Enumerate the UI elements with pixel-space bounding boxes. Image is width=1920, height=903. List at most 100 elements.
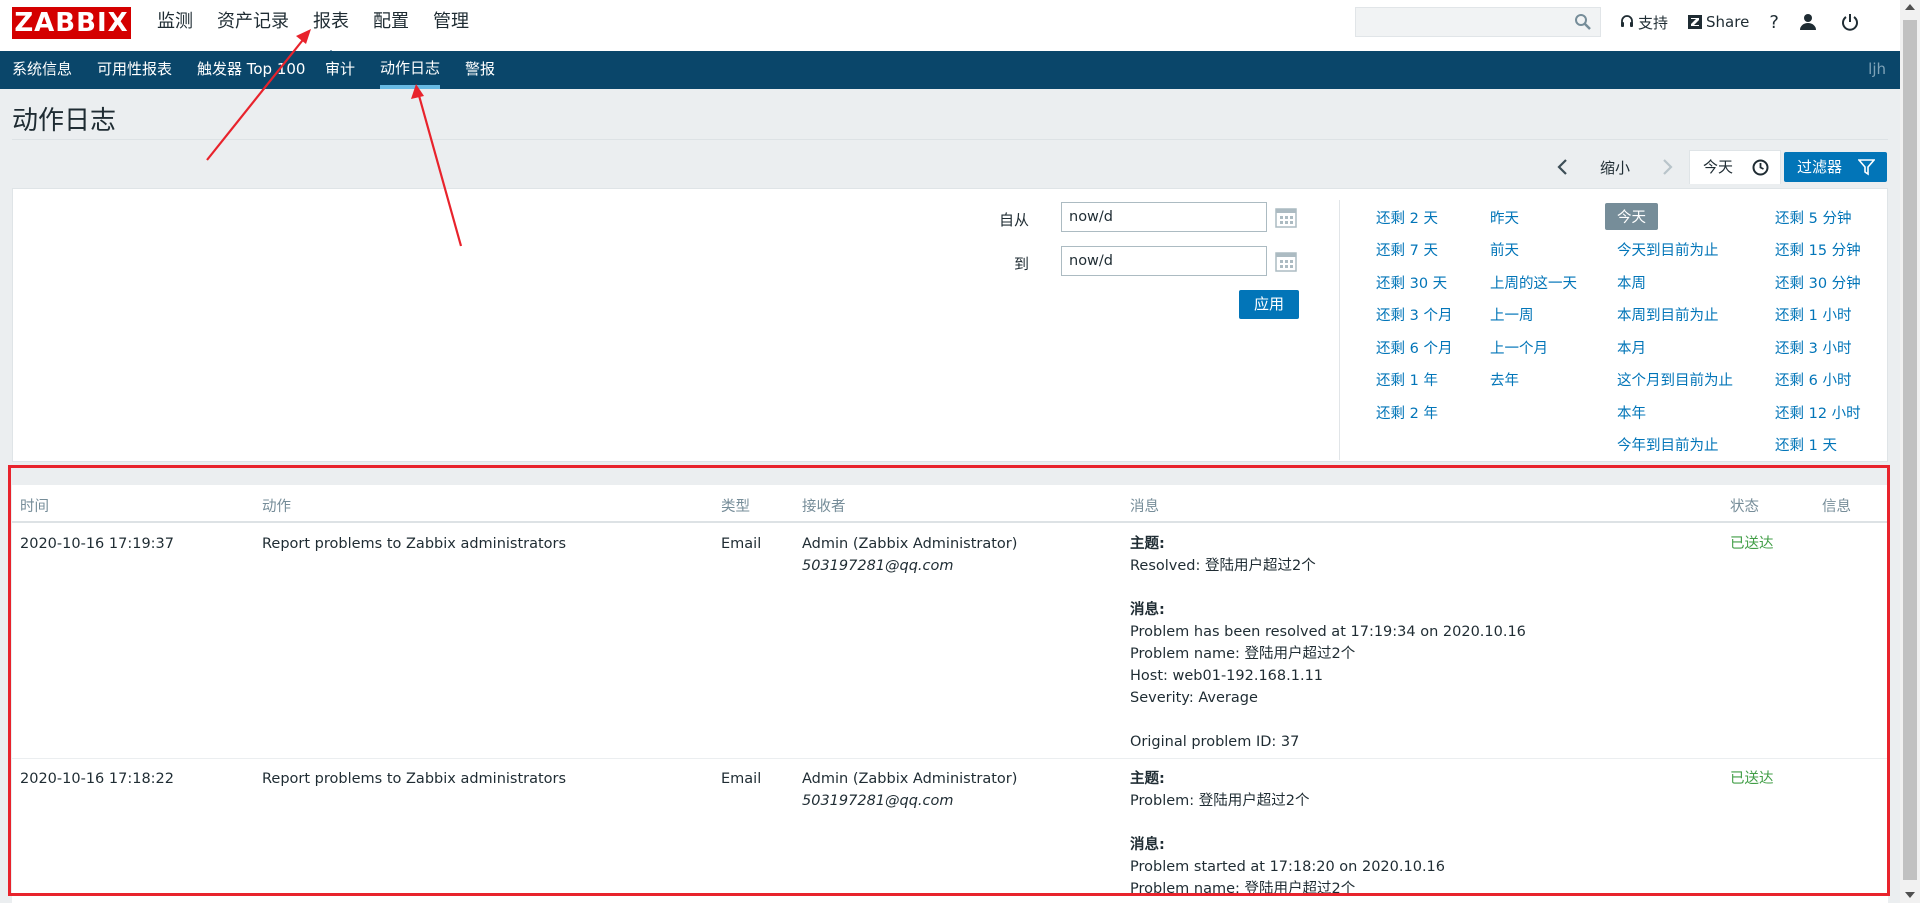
row-time: 2020-10-16 17:18:22 — [20, 771, 174, 787]
to-input[interactable]: now/d — [1061, 246, 1267, 276]
row-status: 已送达 — [1730, 536, 1774, 552]
quick-range-link[interactable]: 还剩 2 年 — [1376, 402, 1438, 423]
quick-range-link[interactable]: 上一周 — [1490, 304, 1534, 325]
row-message-line: Problem name: 登陆用户超过2个 — [1130, 646, 1356, 662]
filter-label: 过滤器 — [1797, 158, 1843, 176]
scrollbar-thumb[interactable] — [1903, 20, 1917, 880]
row-type: Email — [721, 536, 762, 552]
quick-range-link[interactable]: 本周 — [1617, 272, 1646, 293]
time-tab-label: 今天 — [1703, 158, 1734, 176]
quick-range-link[interactable]: 今年到目前为止 — [1617, 434, 1719, 455]
table-header: 时间 动作 类型 接收者 消息 状态 信息 — [12, 485, 1888, 523]
nav-inventory[interactable]: 资产记录 — [217, 0, 289, 51]
headset-icon — [1621, 15, 1633, 27]
subnav-action-log[interactable]: 动作日志 — [380, 51, 441, 89]
page-title: 动作日志 — [12, 106, 117, 136]
table-row: 2020-10-16 17:19:37 Report problems to Z… — [12, 523, 1888, 759]
row-message-line: Problem name: 登陆用户超过2个 — [1130, 881, 1356, 897]
search-icon[interactable] — [1574, 13, 1592, 31]
zoom-out-button[interactable]: 缩小 — [1600, 157, 1630, 178]
column-header-time[interactable]: 时间 — [20, 495, 49, 516]
current-user[interactable]: ljh — [1868, 51, 1886, 87]
row-status: 已送达 — [1730, 771, 1774, 787]
chevron-left-icon[interactable] — [1556, 158, 1570, 176]
user-profile-button[interactable] — [1799, 13, 1821, 31]
nav-reports[interactable]: 报表 — [313, 0, 349, 57]
quick-range-link[interactable]: 本月 — [1617, 337, 1646, 358]
subnav-system-info[interactable]: 系统信息 — [12, 51, 72, 87]
quick-ranges-divider — [1339, 200, 1340, 460]
quick-range-link[interactable]: 本年 — [1617, 402, 1646, 423]
subject-label-text: 主题: — [1130, 536, 1165, 552]
quick-range-link[interactable]: 还剩 1 天 — [1775, 434, 1837, 455]
quick-range-link[interactable]: 还剩 7 天 — [1376, 239, 1438, 260]
row-recipient-email: 503197281@qq.com — [802, 790, 954, 812]
zabbix-logo[interactable]: ZABBIX — [12, 7, 131, 39]
global-search-input[interactable] — [1355, 7, 1601, 37]
support-link[interactable]: 支持 — [1620, 12, 1668, 33]
user-icon — [1799, 14, 1816, 30]
quick-range-link[interactable]: 还剩 6 小时 — [1775, 369, 1851, 390]
apply-button[interactable]: 应用 — [1239, 290, 1299, 319]
time-tab-today[interactable]: 今天 — [1689, 150, 1781, 184]
nav-configuration[interactable]: 配置 — [373, 0, 409, 51]
nav-administration[interactable]: 管理 — [433, 0, 469, 51]
row-message-label: 消息: — [1130, 834, 1165, 856]
to-label: 到 — [1013, 255, 1029, 273]
quick-range-link[interactable]: 昨天 — [1490, 207, 1519, 228]
row-subject-label: 主题: — [1130, 768, 1165, 790]
subnav-availability-report[interactable]: 可用性报表 — [97, 51, 172, 87]
main-nav: 监测 资产记录 报表 配置 管理 — [157, 0, 493, 57]
quick-range-link[interactable]: 还剩 30 分钟 — [1775, 272, 1861, 293]
quick-range-link[interactable]: 还剩 1 小时 — [1775, 304, 1851, 325]
quick-range-link[interactable]: 本周到目前为止 — [1617, 304, 1719, 325]
row-subject-label: 主题: — [1130, 533, 1165, 555]
row-message-line: Problem started at 17:18:20 on 2020.10.1… — [1130, 859, 1445, 875]
quick-range-link[interactable]: 还剩 15 分钟 — [1775, 239, 1861, 260]
page-scrollbar[interactable] — [1900, 0, 1920, 903]
subnav-audit[interactable]: 审计 — [325, 51, 355, 87]
row-type: Email — [721, 771, 762, 787]
quick-range-link[interactable]: 还剩 2 天 — [1376, 207, 1438, 228]
quick-range-link[interactable]: 还剩 30 天 — [1376, 272, 1447, 293]
quick-range-link[interactable]: 还剩 6 个月 — [1376, 337, 1452, 358]
chevron-right-icon[interactable] — [1660, 158, 1674, 176]
quick-range-selected[interactable]: 今天 — [1605, 203, 1658, 230]
share-link[interactable]: Share — [1688, 13, 1749, 31]
quick-range-link[interactable]: 还剩 1 年 — [1376, 369, 1438, 390]
row-action: Report problems to Zabbix administrators — [262, 536, 567, 552]
quick-range-link[interactable]: 还剩 3 小时 — [1775, 337, 1851, 358]
quick-range-link[interactable]: 这个月到目前为止 — [1617, 369, 1733, 390]
scroll-down-icon[interactable] — [1905, 892, 1915, 898]
column-header-message: 消息 — [1130, 499, 1159, 515]
quick-range-link[interactable]: 去年 — [1490, 369, 1519, 390]
row-message-line: Original problem ID: 37 — [1130, 734, 1300, 750]
quick-range-link[interactable]: 还剩 5 分钟 — [1775, 207, 1851, 228]
help-button[interactable]: ? — [1769, 12, 1779, 33]
clock-icon — [1752, 159, 1769, 176]
subnav-triggers-top-100[interactable]: 触发器 Top 100 — [197, 51, 305, 87]
quick-range-link[interactable]: 今天到目前为止 — [1617, 239, 1719, 260]
quick-range-link[interactable]: 上一个月 — [1490, 337, 1548, 358]
column-header-type: 类型 — [721, 499, 750, 515]
row-recipient-email: 503197281@qq.com — [802, 555, 954, 577]
column-header-status: 状态 — [1730, 499, 1759, 515]
quick-range-link[interactable]: 还剩 3 个月 — [1376, 304, 1452, 325]
nav-monitoring[interactable]: 监测 — [157, 0, 193, 51]
filter-tab-button[interactable]: 过滤器 — [1784, 152, 1887, 182]
calendar-icon[interactable] — [1275, 206, 1297, 228]
row-message-line: Severity: Average — [1130, 690, 1258, 706]
from-input[interactable]: now/d — [1061, 202, 1267, 232]
subject-label-text: 主题: — [1130, 771, 1165, 787]
power-icon — [1841, 14, 1858, 31]
header-tools: 支持 Share ? — [1620, 0, 1883, 44]
calendar-icon[interactable] — [1275, 250, 1297, 272]
quick-range-link[interactable]: 前天 — [1490, 239, 1519, 260]
logout-button[interactable] — [1841, 13, 1863, 31]
scroll-up-icon[interactable] — [1905, 4, 1915, 10]
quick-range-link[interactable]: 上周的这一天 — [1490, 272, 1577, 293]
subnav-alerts[interactable]: 警报 — [465, 51, 495, 87]
sub-nav: 系统信息 可用性报表 触发器 Top 100 审计 动作日志 警报 ljh — [0, 51, 1900, 89]
row-time: 2020-10-16 17:19:37 — [20, 536, 174, 552]
quick-range-link[interactable]: 还剩 12 小时 — [1775, 402, 1861, 423]
